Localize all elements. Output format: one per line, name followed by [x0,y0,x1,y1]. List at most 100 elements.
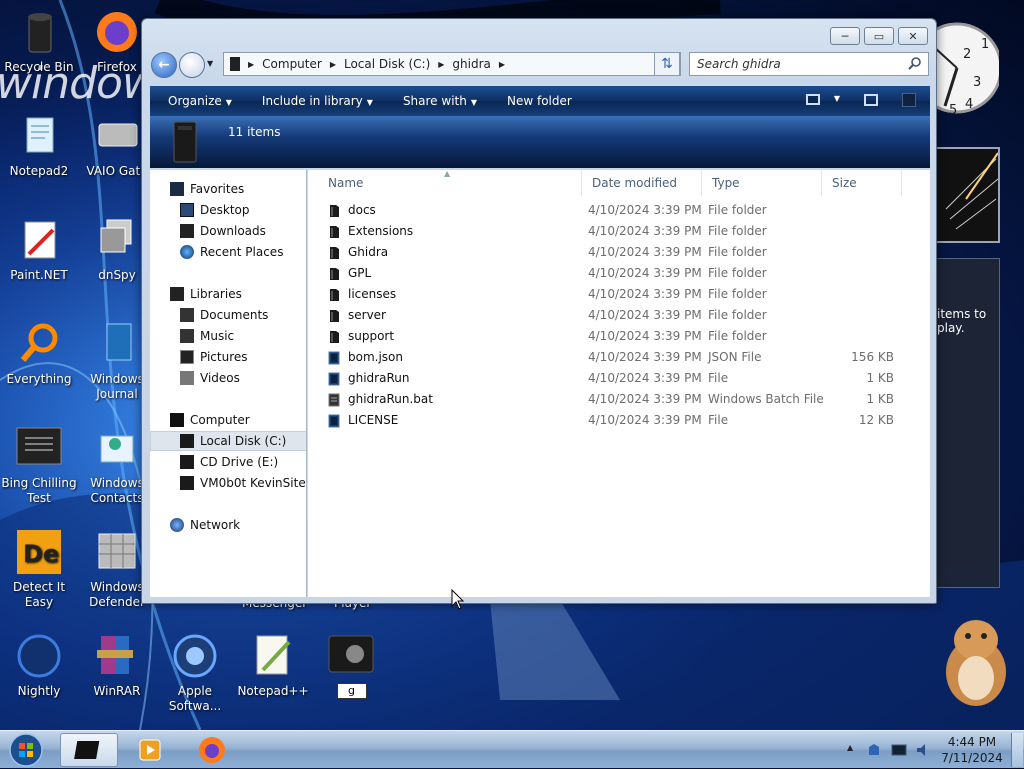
taskbar-clock[interactable]: 4:44 PM 7/11/2024 [937,734,1007,766]
windows-contacts-icon [93,424,141,472]
table-row[interactable]: Extensions 4/10/2024 3:39 PM File folder [308,221,930,242]
nav-downloads[interactable]: Downloads [150,221,306,241]
table-row[interactable]: docs 4/10/2024 3:39 PM File folder [308,200,930,221]
desktop-icon-winrar[interactable]: WinRAR [78,632,156,699]
column-header-date[interactable]: Date modified [582,170,702,196]
desktop-icon-renaming[interactable] [312,632,390,684]
file-type: File folder [708,329,767,343]
file-icon [328,351,340,365]
preview-pane-button[interactable] [864,94,878,106]
help-button[interactable] [902,93,916,107]
back-arrow-icon: ← [158,57,170,73]
action-center-icon[interactable] [867,743,881,757]
search-input[interactable]: Search ghidra [689,52,929,76]
close-button[interactable]: ✕ [898,27,928,45]
nav-computer[interactable]: Computer [150,410,306,430]
folder-icon [328,288,340,302]
refresh-button[interactable]: ⇅ [654,52,680,76]
column-header-name[interactable]: Name [318,170,582,196]
computer-icon [170,413,184,427]
nav-favorites[interactable]: Favorites [150,179,306,199]
show-hidden-icons-button[interactable]: ▲ [847,743,853,752]
desktop-icon-detect-it-easy[interactable]: De Detect It Easy [0,528,78,610]
include-in-library-menu[interactable]: Include in library ▼ [262,94,373,108]
nav-recent-places[interactable]: Recent Places [150,242,306,262]
network-drive-icon [180,476,194,490]
media-gadget-text: items to play. [937,307,987,335]
file-date: 4/10/2024 3:39 PM [588,224,702,238]
desktop-icon-notepad2[interactable]: Notepad2 [0,112,78,179]
back-button[interactable]: ← [151,52,177,78]
change-view-button[interactable] [806,94,820,105]
nav-label: Documents [200,308,269,322]
nav-music[interactable]: Music [150,326,306,346]
nav-network-drive[interactable]: VM0b0t KevinSite [150,473,306,493]
file-date: 4/10/2024 3:39 PM [588,371,702,385]
nav-label: CD Drive (E:) [200,455,279,469]
vaio-gate-icon [93,112,141,160]
table-row[interactable]: Ghidra 4/10/2024 3:39 PM File folder [308,242,930,263]
desktop-icon-recycle-bin[interactable]: Recycle Bin [0,8,78,75]
desktop-icon-paint-net[interactable]: Paint.NET [0,216,78,283]
show-desktop-button[interactable] [1011,733,1023,767]
breadcrumb-ghidra[interactable]: ghidra [452,57,490,71]
nav-pictures[interactable]: Pictures [150,347,306,367]
nav-cd-drive[interactable]: CD Drive (E:) [150,452,306,472]
view-options-dropdown[interactable]: ▼ [834,94,840,103]
column-header-type[interactable]: Type [702,170,822,196]
organize-menu[interactable]: Organize ▼ [168,94,232,108]
desktop-icon-apple-software-update[interactable]: Apple Softwa... [156,632,234,714]
network-status-icon[interactable] [891,743,907,757]
new-folder-button[interactable]: New folder [507,94,572,108]
nav-videos[interactable]: Videos [150,368,306,388]
breadcrumb-computer[interactable]: Computer [262,57,322,71]
share-with-menu[interactable]: Share with ▼ [403,94,477,108]
libraries-icon [170,287,184,301]
videos-icon [180,371,194,385]
address-bar[interactable]: ▶ Computer ▶ Local Disk (C:) ▶ ghidra ▶ … [223,52,681,76]
music-icon [180,329,194,343]
desktop-icon-nightly[interactable]: Nightly [0,632,78,699]
rename-input[interactable]: g [337,683,367,699]
share-with-label: Share with [402,94,467,108]
table-row[interactable]: server 4/10/2024 3:39 PM File folder [308,305,930,326]
taskbar-media-player-button[interactable] [124,733,176,767]
minimize-button[interactable]: ─ [830,27,860,45]
table-row[interactable]: licenses 4/10/2024 3:39 PM File folder [308,284,930,305]
breadcrumb-separator-icon: ▶ [438,59,445,69]
chevron-down-icon: ▼ [470,98,477,107]
start-button[interactable] [6,732,46,768]
maximize-button[interactable]: ▭ [864,27,894,45]
table-row[interactable]: LICENSE 4/10/2024 3:39 PM File 12 KB [308,410,930,431]
file-type: File [708,413,729,427]
desktop-icon-everything[interactable]: Everything [0,320,78,387]
search-placeholder: Search ghidra [697,57,781,71]
desktop-icon-notepad-plus-plus[interactable]: Notepad++ [234,632,312,699]
desktop-icon-label: Recycle Bin [4,60,74,74]
volume-icon[interactable] [915,743,931,757]
forward-button[interactable] [179,52,205,78]
column-header-size[interactable]: Size [822,170,902,196]
nav-documents[interactable]: Documents [150,305,306,325]
breadcrumb-local-disk[interactable]: Local Disk (C:) [344,57,430,71]
taskbar-firefox-button[interactable] [186,733,238,767]
file-type: File folder [708,266,767,280]
chevron-down-icon: ▼ [225,98,232,107]
desktop-icon-bing-chilling-test[interactable]: Bing Chilling Test [0,424,78,506]
nav-desktop[interactable]: Desktop [150,200,306,220]
table-row[interactable]: ghidraRun 4/10/2024 3:39 PM File 1 KB [308,368,930,389]
nav-network[interactable]: Network [150,515,306,535]
nav-libraries[interactable]: Libraries [150,284,306,304]
table-row[interactable]: support 4/10/2024 3:39 PM File folder [308,326,930,347]
file-type: File folder [708,245,767,259]
notepad-plus-plus-icon [249,632,297,680]
taskbar-explorer-button[interactable] [60,733,118,767]
table-row[interactable]: GPL 4/10/2024 3:39 PM File folder [308,263,930,284]
folder-icon [328,225,340,239]
table-row[interactable]: ghidraRun.bat 4/10/2024 3:39 PM Windows Ba… [308,389,930,410]
table-row[interactable]: bom.json 4/10/2024 3:39 PM JSON File 156 KB [308,347,930,368]
nav-local-disk[interactable]: Local Disk (C:) [150,431,306,451]
detect-it-easy-icon: De [15,528,63,576]
file-date: 4/10/2024 3:39 PM [588,350,702,364]
recent-pages-dropdown[interactable]: ▼ [207,59,213,68]
